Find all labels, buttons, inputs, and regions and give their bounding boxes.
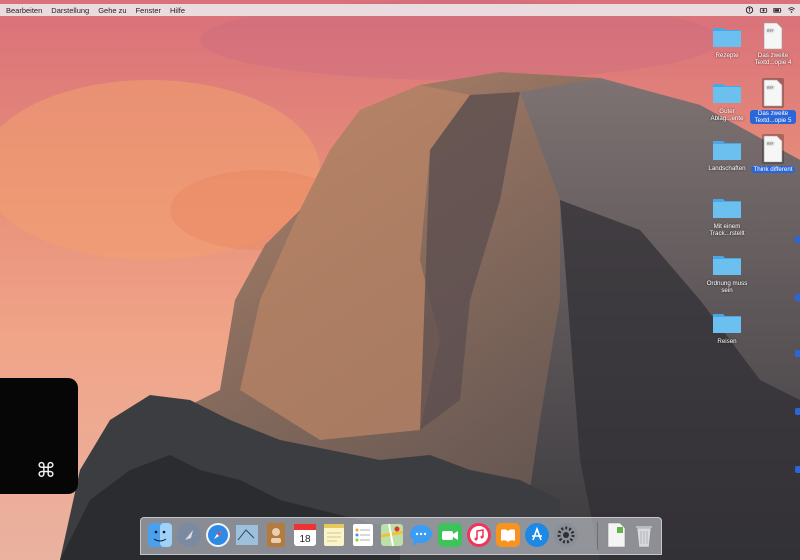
- document-label: Das zweite Textd...opie 4: [754, 52, 792, 66]
- menu-view[interactable]: Darstellung: [51, 6, 89, 15]
- folder-icon: [713, 141, 741, 160]
- wifi-icon[interactable]: [787, 6, 796, 14]
- offscreen-selected-label[interactable]: [795, 350, 800, 357]
- folder-label: Ordnung muss sein: [706, 280, 748, 294]
- document-type-label: RTF: [767, 29, 774, 33]
- desktop-document-think-different[interactable]: RTF Think different: [750, 134, 796, 173]
- ibooks-icon[interactable]: [495, 522, 521, 548]
- dock: 18: [140, 517, 662, 555]
- keystroke-overlay: ⌘: [0, 378, 78, 494]
- folder-icon: [713, 199, 741, 218]
- itunes-icon[interactable]: [466, 522, 492, 548]
- folder-label: Reisen: [717, 338, 737, 345]
- document-label: Think different: [751, 166, 795, 173]
- folder-icon: [713, 314, 741, 333]
- desktop-folder-guter-ablage[interactable]: Guter Ablag...ente: [704, 80, 750, 122]
- maps-icon[interactable]: [379, 522, 405, 548]
- folder-label: Guter Ablag...ente: [710, 108, 744, 122]
- mail-icon[interactable]: [234, 522, 260, 548]
- folder-icon: [713, 28, 741, 47]
- folder-icon: [713, 84, 741, 103]
- offscreen-selected-label[interactable]: [795, 236, 800, 243]
- launchpad-icon[interactable]: [176, 522, 202, 548]
- desktop-wallpaper: [0, 0, 800, 560]
- reminders-icon[interactable]: [350, 522, 376, 548]
- menu-help[interactable]: Hilfe: [170, 6, 185, 15]
- rtf-document-icon: RTF: [762, 134, 784, 164]
- trash-icon[interactable]: [631, 522, 657, 548]
- rtf-document-icon: RTF: [762, 78, 784, 108]
- desktop-folder-trackpad[interactable]: Mit einem Track...rstellt: [704, 195, 750, 237]
- desktop-folder-landschaften[interactable]: Landschaften: [704, 137, 750, 172]
- calendar-icon[interactable]: 18: [292, 522, 318, 548]
- app-store-icon[interactable]: [524, 522, 550, 548]
- folder-label: Rezepte: [715, 52, 739, 59]
- contacts-icon[interactable]: [263, 522, 289, 548]
- desktop-folder-rezepte[interactable]: Rezepte: [704, 24, 750, 59]
- notes-icon[interactable]: [321, 522, 347, 548]
- facetime-icon[interactable]: [437, 522, 463, 548]
- command-key-icon: ⌘: [36, 460, 56, 482]
- offscreen-selected-label[interactable]: [795, 466, 800, 473]
- document-type-label: RTF: [767, 86, 774, 90]
- menu-edit[interactable]: Bearbeiten: [6, 6, 42, 15]
- folder-label: Mit einem Track...rstellt: [709, 223, 745, 237]
- folder-icon: [713, 256, 741, 275]
- document-icon[interactable]: [603, 522, 629, 548]
- finder-icon[interactable]: [147, 522, 173, 548]
- menu-go[interactable]: Gehe zu: [98, 6, 126, 15]
- dock-separator: [597, 522, 598, 550]
- menu-bar: Bearbeiten Darstellung Gehe zu Fenster H…: [0, 4, 800, 16]
- offscreen-selected-label[interactable]: [795, 294, 800, 301]
- desktop-document-kopie-4[interactable]: RTF Das zweite Textd...opie 4: [750, 22, 796, 66]
- desktop-folder-ordnung[interactable]: Ordnung muss sein: [704, 252, 750, 294]
- folder-label: Landschaften: [708, 165, 746, 172]
- document-label: Das zweite Textd...opie 5: [750, 110, 796, 124]
- system-preferences-icon[interactable]: [553, 522, 579, 548]
- camera-icon[interactable]: [759, 6, 768, 14]
- document-type-label: RTF: [767, 142, 774, 146]
- rtf-document-icon: RTF: [763, 22, 783, 50]
- desktop-document-kopie-5[interactable]: RTF Das zweite Textd...opie 5: [750, 78, 796, 124]
- calendar-day: 18: [299, 534, 311, 545]
- battery-icon[interactable]: [773, 6, 782, 14]
- safari-icon[interactable]: [205, 522, 231, 548]
- accessibility-icon[interactable]: [745, 6, 754, 14]
- menu-window[interactable]: Fenster: [136, 6, 161, 15]
- messages-icon[interactable]: [408, 522, 434, 548]
- desktop-folder-reisen[interactable]: Reisen: [704, 310, 750, 345]
- offscreen-selected-label[interactable]: [795, 408, 800, 415]
